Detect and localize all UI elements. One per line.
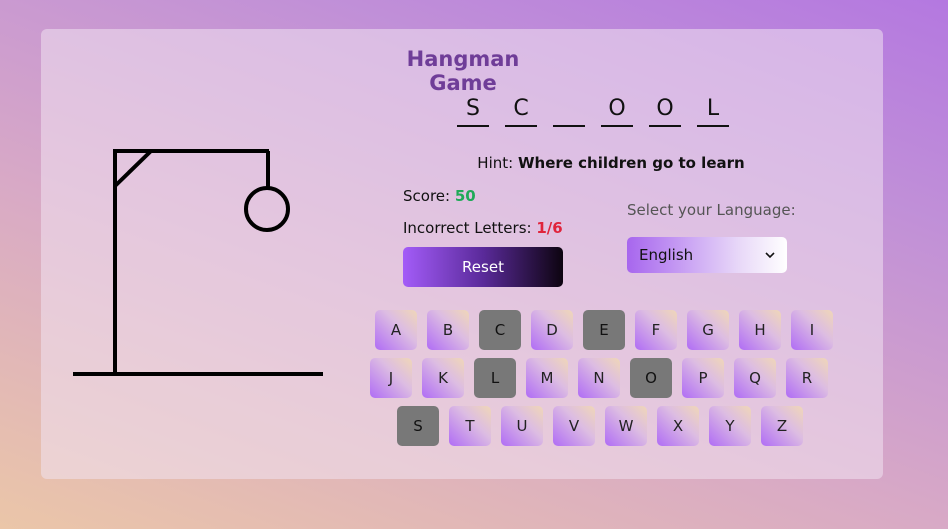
letter-key-j[interactable]: J bbox=[370, 358, 412, 398]
incorrect-label: Incorrect Letters: bbox=[403, 219, 532, 237]
letter-key-f[interactable]: F bbox=[635, 310, 677, 350]
letter-key-g[interactable]: G bbox=[687, 310, 729, 350]
score-label: Score: bbox=[403, 187, 451, 205]
letter-key-e[interactable]: E bbox=[583, 310, 625, 350]
letter-key-t[interactable]: T bbox=[449, 406, 491, 446]
letter-key-l[interactable]: L bbox=[474, 358, 516, 398]
letter-slot: O bbox=[601, 95, 633, 127]
letter-key-z[interactable]: Z bbox=[761, 406, 803, 446]
word-display: S C O O L bbox=[457, 95, 729, 129]
letter-key-n[interactable]: N bbox=[578, 358, 620, 398]
gallows-brace bbox=[113, 149, 153, 188]
language-label: Select your Language: bbox=[627, 201, 796, 219]
letter-slot: L bbox=[697, 95, 729, 127]
keyboard-row: JKLMNOPQR bbox=[370, 358, 828, 398]
letter-key-a[interactable]: A bbox=[375, 310, 417, 350]
game-card: Hangman Game S C O O L Hint: Where child… bbox=[41, 29, 883, 479]
letter-key-u[interactable]: U bbox=[501, 406, 543, 446]
score-display: Score: 50 bbox=[403, 187, 476, 205]
reset-button[interactable]: Reset bbox=[403, 247, 563, 287]
letter-key-i[interactable]: I bbox=[791, 310, 833, 350]
letter-key-q[interactable]: Q bbox=[734, 358, 776, 398]
letter-key-p[interactable]: P bbox=[682, 358, 724, 398]
letter-key-k[interactable]: K bbox=[422, 358, 464, 398]
letter-key-m[interactable]: M bbox=[526, 358, 568, 398]
keyboard-row: ABCDEFGHI bbox=[375, 310, 833, 350]
hint-value: Where children go to learn bbox=[517, 154, 745, 172]
letter-slot: O bbox=[649, 95, 681, 127]
page-title: Hangman Game bbox=[406, 47, 520, 95]
incorrect-letters-display: Incorrect Letters: 1/6 bbox=[403, 219, 563, 237]
letter-key-o[interactable]: O bbox=[630, 358, 672, 398]
incorrect-value: 1/6 bbox=[536, 219, 563, 237]
letter-key-y[interactable]: Y bbox=[709, 406, 751, 446]
letter-key-c[interactable]: C bbox=[479, 310, 521, 350]
letter-slot: C bbox=[505, 95, 537, 127]
chevron-down-icon bbox=[765, 251, 775, 258]
letter-key-d[interactable]: D bbox=[531, 310, 573, 350]
letter-key-s[interactable]: S bbox=[397, 406, 439, 446]
hangman-head bbox=[244, 186, 290, 232]
letter-key-h[interactable]: H bbox=[739, 310, 781, 350]
keyboard-row: STUVWXYZ bbox=[397, 406, 803, 446]
letter-key-v[interactable]: V bbox=[553, 406, 595, 446]
letter-slot bbox=[553, 95, 585, 127]
hint-label: Hint: bbox=[477, 154, 514, 172]
letter-key-b[interactable]: B bbox=[427, 310, 469, 350]
letter-key-x[interactable]: X bbox=[657, 406, 699, 446]
hint-text: Hint: Where children go to learn bbox=[401, 154, 821, 172]
letter-key-w[interactable]: W bbox=[605, 406, 647, 446]
letter-key-r[interactable]: R bbox=[786, 358, 828, 398]
hangman-drawing bbox=[73, 149, 323, 376]
letter-slot: S bbox=[457, 95, 489, 127]
score-value: 50 bbox=[454, 187, 476, 205]
language-selected-value: English bbox=[639, 246, 694, 264]
language-select[interactable]: English bbox=[627, 237, 787, 273]
